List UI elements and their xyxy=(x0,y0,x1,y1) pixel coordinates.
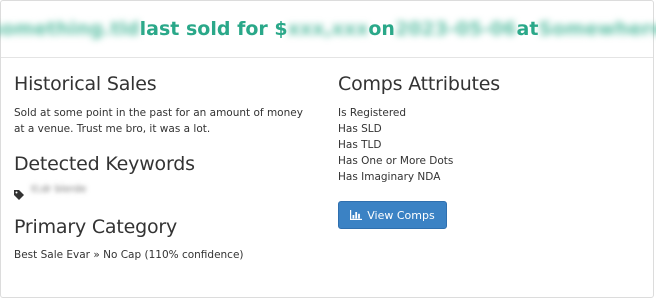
attribute-item: Has One or More Dots xyxy=(338,155,454,167)
tag-icon xyxy=(14,185,24,200)
primary-category-value: Best Sale Evar » No Cap (110% confidence… xyxy=(14,249,244,261)
last-sold-text: last sold for $ xyxy=(139,18,288,40)
domain-name: something.tld xyxy=(0,18,140,40)
attribute-item: Has Imaginary NDA xyxy=(338,171,441,183)
sale-headline: something.tld last sold for $ xxx,xxx on… xyxy=(0,1,656,58)
sale-venue: Somewhere xyxy=(538,18,656,40)
bar-chart-icon xyxy=(350,210,363,220)
sale-date: 2023-05-06 xyxy=(394,18,517,40)
attribute-item: Has TLD xyxy=(338,139,382,151)
historical-sales-description: Sold at some point in the past for an am… xyxy=(14,107,303,135)
at-text: at xyxy=(516,18,539,40)
view-comps-button[interactable]: View Comps xyxy=(338,201,447,229)
detected-keywords-title: Detected Keywords xyxy=(14,153,195,175)
sale-card: something.tld last sold for $ xxx,xxx on… xyxy=(0,0,656,298)
sale-price: xxx,xxx xyxy=(287,18,369,40)
primary-category-title: Primary Category xyxy=(14,216,178,238)
comps-attributes-title: Comps Attributes xyxy=(338,73,500,95)
on-text: on xyxy=(368,18,395,40)
comps-attributes-list: Is Registered Has SLD Has TLD Has One or… xyxy=(338,105,453,185)
keyword-value[interactable]: tl;dr blerde xyxy=(31,184,86,195)
historical-sales-title: Historical Sales xyxy=(14,73,157,95)
attribute-item: Is Registered xyxy=(338,107,407,119)
attribute-item: Has SLD xyxy=(338,123,382,135)
view-comps-label: View Comps xyxy=(367,208,435,222)
keyword-item: tl;dr blerde xyxy=(14,184,86,200)
